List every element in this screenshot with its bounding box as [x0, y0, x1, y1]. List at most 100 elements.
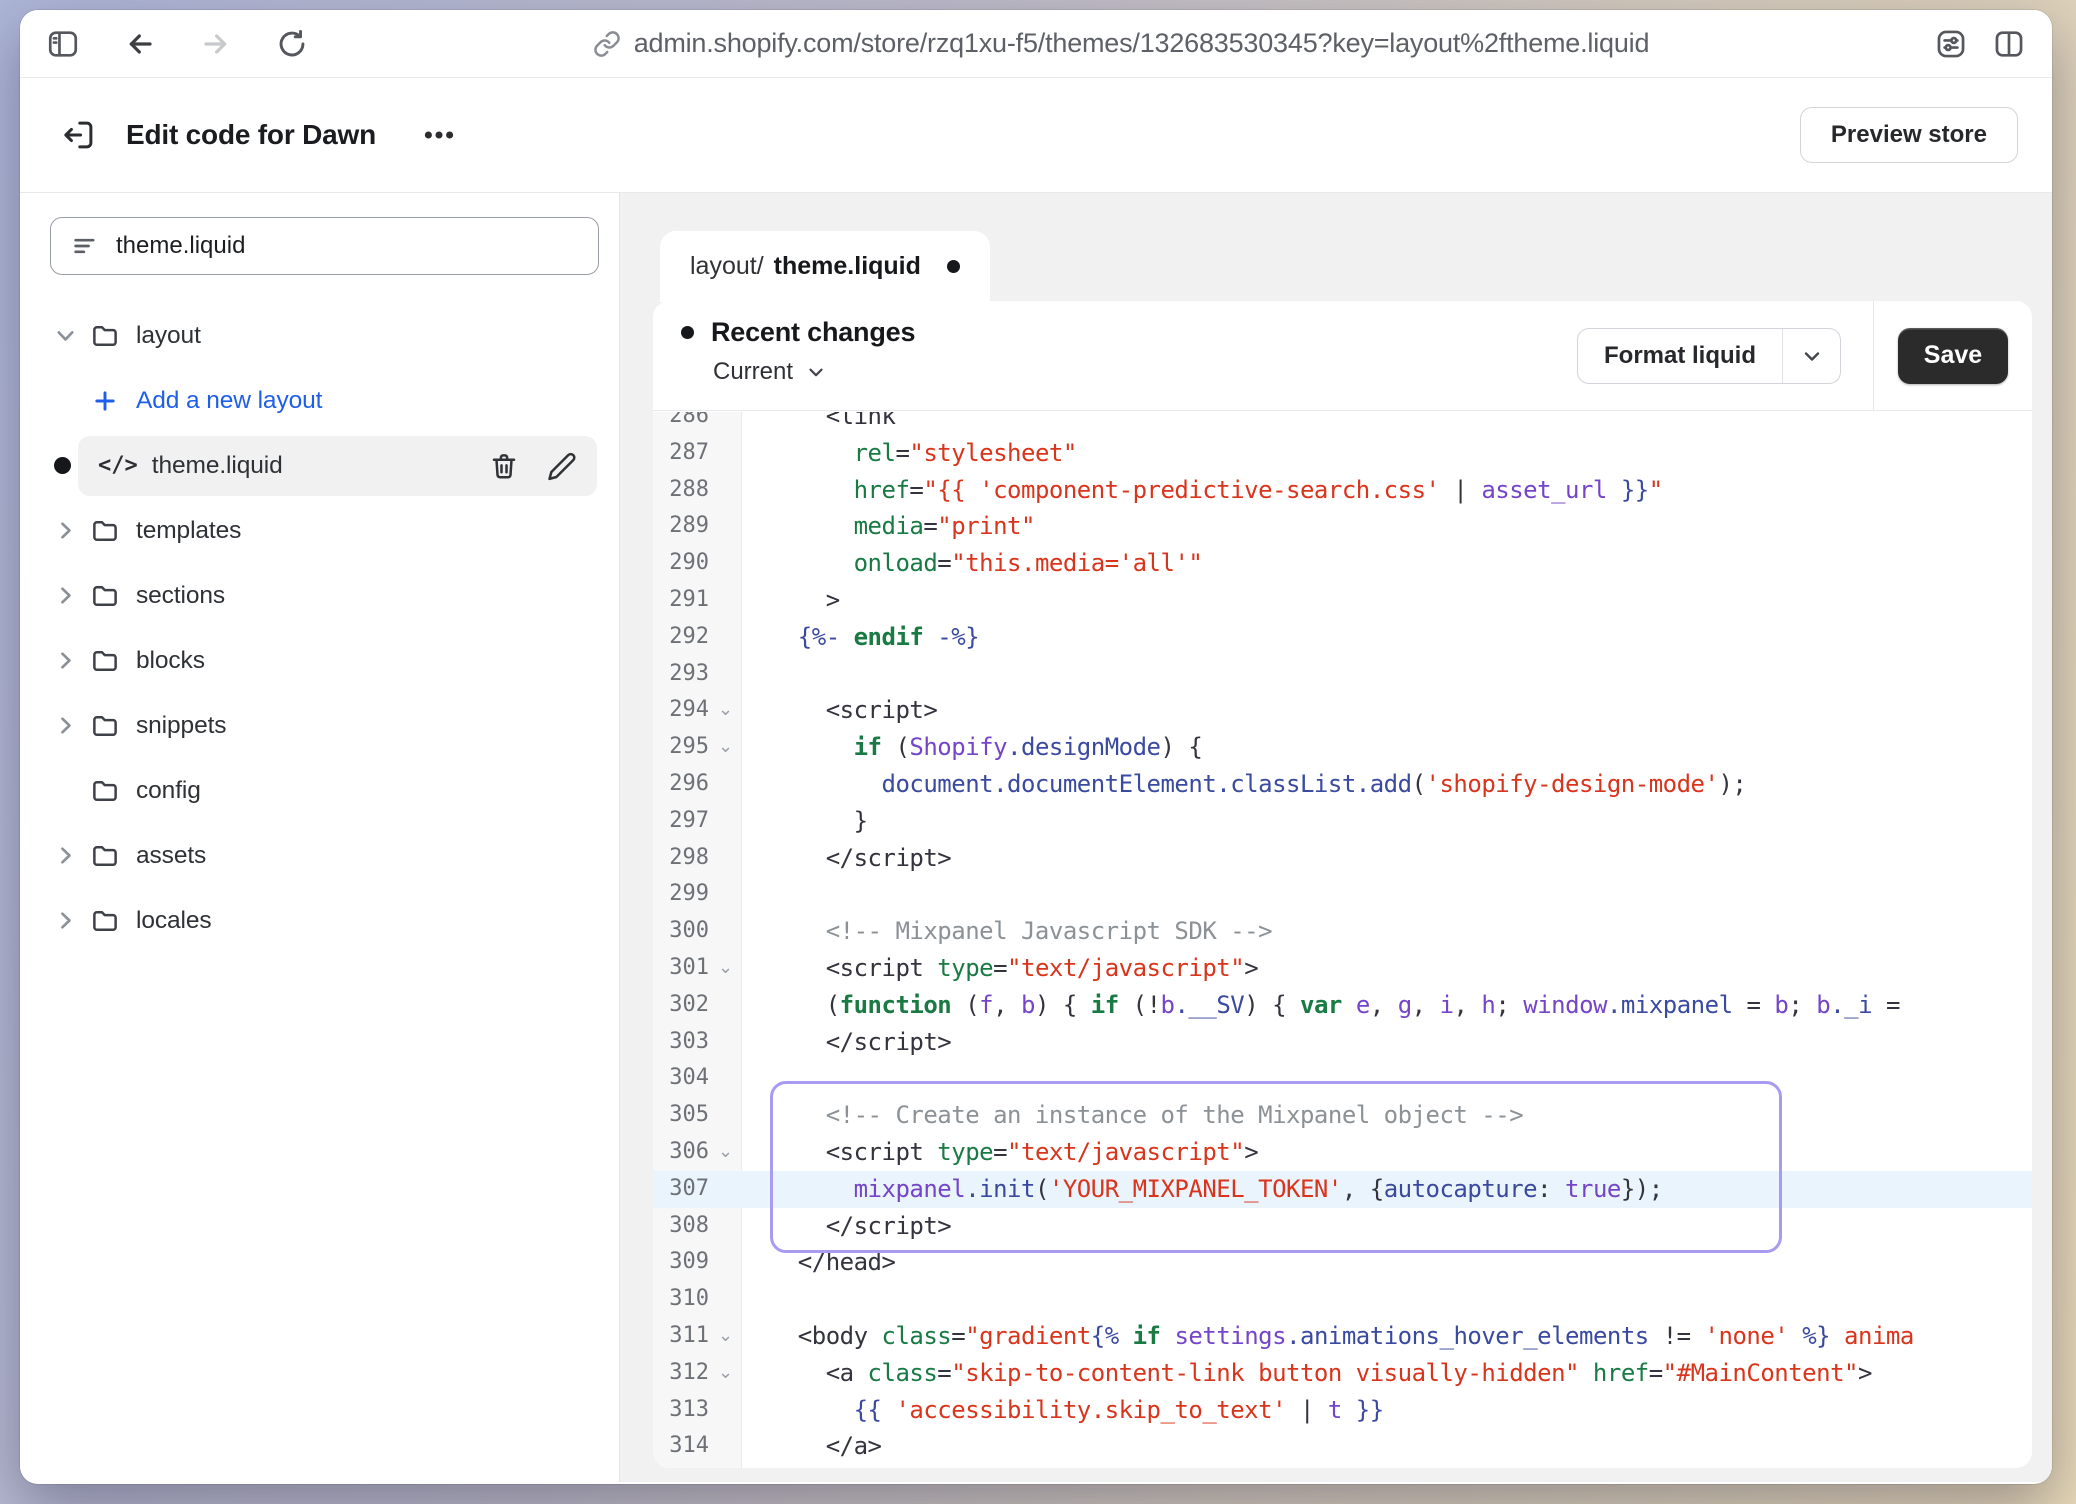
line-number: 311 [653, 1318, 709, 1355]
recent-changes-title: Recent changes [711, 317, 915, 348]
trash-icon[interactable] [489, 451, 519, 481]
sidebar-item-theme-liquid[interactable]: </>theme.liquid [20, 433, 619, 498]
sidebar-item-locales[interactable]: locales [20, 888, 619, 953]
chevron-right-icon[interactable] [53, 518, 78, 543]
more-actions-icon[interactable] [422, 118, 456, 152]
sidebar-item-add-new-layout[interactable]: Add a new layout [20, 368, 619, 433]
action-label: Add a new layout [136, 387, 322, 415]
tab-file: theme.liquid [774, 252, 921, 281]
search-input[interactable] [116, 232, 578, 260]
chevron-right-icon[interactable] [53, 583, 78, 608]
code-line-text[interactable]: href="{{ 'component-predictive-search.cs… [742, 472, 2032, 509]
code-area[interactable]: 286 <link287 rel="stylesheet"288 href="{… [653, 412, 2032, 1468]
page-settings-icon[interactable] [1934, 27, 1968, 61]
fold-toggle-icon[interactable]: ⌄ [709, 1355, 742, 1392]
back-icon[interactable] [124, 28, 156, 60]
line-number: 304 [653, 1060, 709, 1097]
fold-toggle-icon[interactable]: ⌄ [709, 729, 742, 766]
line-number: 290 [653, 545, 709, 582]
sidebar-item-templates[interactable]: templates [20, 498, 619, 563]
fold-toggle-icon[interactable]: ⌄ [709, 1318, 742, 1355]
code-line-text[interactable]: <a class="skip-to-content-link button vi… [742, 1355, 2032, 1392]
tab-theme-liquid[interactable]: layout/ theme.liquid [660, 231, 990, 302]
sidebar-item-config[interactable]: config [20, 758, 619, 823]
folder-label: locales [136, 907, 212, 935]
code-line-312: 312⌄ <a class="skip-to-content-link butt… [653, 1355, 2032, 1392]
folder-icon [90, 516, 120, 546]
format-liquid-button[interactable]: Format liquid [1578, 329, 1782, 383]
code-line-text[interactable]: mixpanel.init('YOUR_MIXPANEL_TOKEN', {au… [742, 1171, 2032, 1208]
code-line-text[interactable]: <script> [742, 692, 2032, 729]
code-line-text[interactable]: </script> [742, 840, 2032, 877]
sidebar-item-assets[interactable]: assets [20, 823, 619, 888]
code-line-299: 299 [653, 876, 2032, 913]
forward-icon[interactable] [200, 28, 232, 60]
version-dropdown[interactable]: Current [713, 358, 827, 386]
chevron-right-icon[interactable] [53, 713, 78, 738]
code-line-text[interactable]: (function (f, b) { if (!b.__SV) { var e,… [742, 987, 2032, 1024]
code-line-text[interactable]: </script> [742, 1208, 2032, 1245]
code-line-311: 311⌄ <body class="gradient{% if settings… [653, 1318, 2032, 1355]
code-line-297: 297 } [653, 803, 2032, 840]
file-search[interactable] [50, 217, 599, 275]
format-liquid-split-button: Format liquid [1577, 328, 1841, 384]
chevron-right-icon[interactable] [53, 908, 78, 933]
preview-store-button[interactable]: Preview store [1800, 107, 2018, 163]
code-line-text[interactable] [742, 1281, 2032, 1318]
exit-editor-icon[interactable] [60, 116, 98, 154]
chevron-right-icon[interactable] [53, 648, 78, 673]
code-line-text[interactable] [742, 1060, 2032, 1097]
sidebar-toggle-icon[interactable] [46, 27, 80, 61]
fold-toggle-icon[interactable]: ⌄ [709, 1134, 742, 1171]
line-number: 308 [653, 1208, 709, 1245]
code-line-text[interactable]: <body class="gradient{% if settings.anim… [742, 1318, 2032, 1355]
code-line-text[interactable]: </a> [742, 1428, 2032, 1465]
code-line-text[interactable]: if (Shopify.designMode) { [742, 729, 2032, 766]
sidebar-item-layout[interactable]: layout [20, 303, 619, 368]
code-line-293: 293 [653, 656, 2032, 693]
code-line-text[interactable]: media="print" [742, 508, 2032, 545]
format-liquid-caret[interactable] [1782, 329, 1840, 383]
sidebar-item-snippets[interactable]: snippets [20, 693, 619, 758]
fold-toggle-icon[interactable]: ⌄ [709, 950, 742, 987]
folder-label: assets [136, 842, 206, 870]
chevron-right-icon[interactable] [53, 843, 78, 868]
code-line-307: 307 mixpanel.init('YOUR_MIXPANEL_TOKEN',… [653, 1171, 2032, 1208]
sidebar-item-sections[interactable]: sections [20, 563, 619, 628]
code-line-313: 313 {{ 'accessibility.skip_to_text' | t … [653, 1392, 2032, 1429]
code-line-text[interactable] [742, 656, 2032, 693]
split-view-icon[interactable] [1992, 27, 2026, 61]
line-number: 295 [653, 729, 709, 766]
browser-toolbar: admin.shopify.com/store/rzq1xu-f5/themes… [20, 10, 2052, 78]
save-button[interactable]: Save [1898, 328, 2008, 384]
address-bar[interactable]: admin.shopify.com/store/rzq1xu-f5/themes… [308, 28, 1934, 59]
chevron-down-icon[interactable] [53, 323, 78, 348]
code-line-text[interactable] [742, 876, 2032, 913]
pencil-icon[interactable] [547, 451, 577, 481]
sidebar-item-blocks[interactable]: blocks [20, 628, 619, 693]
code-line-text[interactable]: document.documentElement.classList.add('… [742, 766, 2032, 803]
line-number: 300 [653, 913, 709, 950]
code-line-text[interactable]: > [742, 582, 2032, 619]
line-number: 299 [653, 876, 709, 913]
file-tree: layout Add a new layout </>theme.liquidtem… [20, 303, 619, 953]
code-line-text[interactable]: <!-- Mixpanel Javascript SDK --> [742, 913, 2032, 950]
code-line-text[interactable]: <script type="text/javascript"> [742, 1134, 2032, 1171]
code-line-text[interactable]: </script> [742, 1024, 2032, 1061]
code-line-296: 296 document.documentElement.classList.a… [653, 766, 2032, 803]
code-line-text[interactable]: <!-- Create an instance of the Mixpanel … [742, 1097, 2032, 1134]
code-line-text[interactable]: <link [742, 412, 2032, 435]
code-line-text[interactable]: {{ 'accessibility.skip_to_text' | t }} [742, 1392, 2032, 1429]
line-number: 298 [653, 840, 709, 877]
code-line-text[interactable]: onload="this.media='all'" [742, 545, 2032, 582]
code-line-305: 305 <!-- Create an instance of the Mixpa… [653, 1097, 2032, 1134]
code-line-text[interactable]: } [742, 803, 2032, 840]
code-line-text[interactable]: rel="stylesheet" [742, 435, 2032, 472]
editor-toolbar: Recent changes Current Format liquid [653, 301, 2032, 411]
reload-icon[interactable] [276, 28, 308, 60]
code-line-text[interactable]: </head> [742, 1244, 2032, 1281]
code-line-text[interactable]: {%- endif -%} [742, 619, 2032, 656]
link-icon [593, 30, 621, 58]
code-line-text[interactable]: <script type="text/javascript"> [742, 950, 2032, 987]
fold-toggle-icon[interactable]: ⌄ [709, 692, 742, 729]
